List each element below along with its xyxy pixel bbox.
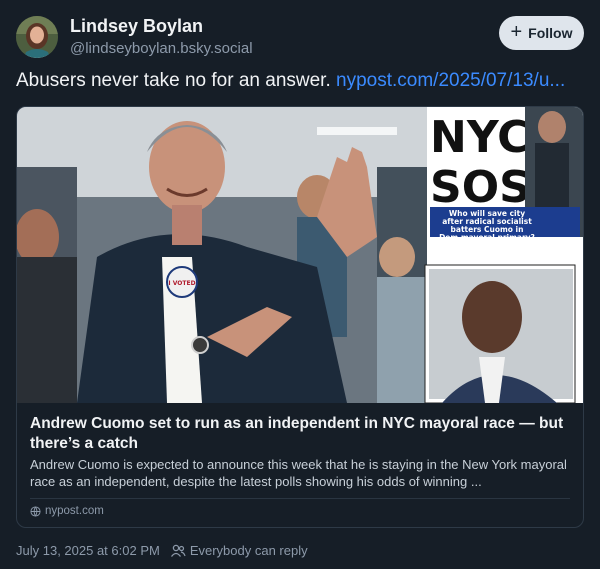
globe-icon [30,505,41,517]
card-domain: nypost.com [30,505,104,517]
newspaper-headline-line2: SOS [430,162,531,213]
post-text: Abusers never take no for an answer. nyp… [16,70,565,92]
card-title: Andrew Cuomo set to run as an independen… [30,415,564,452]
card-thumbnail: I VOTED NYC SOS Who will save city after… [17,107,583,404]
post-meta: July 13, 2025 at 6:02 PM Everybody can r… [16,543,308,558]
reply-setting-text: Everybody can reply [189,543,308,558]
card-domain-text: nypost.com [45,505,104,517]
card-divider [30,498,570,499]
people-icon [170,544,186,557]
link-card[interactable]: I VOTED NYC SOS Who will save city after… [16,106,584,528]
avatar-image [16,16,58,58]
avatar[interactable] [16,16,58,58]
newspaper-headline-line1: NYC [430,112,529,163]
card-description: Andrew Cuomo is expected to announce thi… [30,457,567,489]
reply-setting: Everybody can reply [170,543,308,558]
badge-text: I VOTED [168,280,195,287]
post-link[interactable]: nypost.com/2025/07/13/u... [336,70,565,91]
plus-icon: + [510,21,523,43]
author-display-name[interactable]: Lindsey Boylan [70,16,203,37]
post-timestamp[interactable]: July 13, 2025 at 6:02 PM [16,543,160,558]
author-handle[interactable]: @lindseyboylan.bsky.social [70,40,253,57]
post-body: Abusers never take no for an answer. [16,70,337,91]
follow-button[interactable]: + Follow [499,16,584,50]
follow-label: Follow [528,25,573,41]
newspaper-subtext-4: Dem mayoral primary? [439,233,535,242]
thumbnail-image: I VOTED NYC SOS Who will save city after… [17,107,583,404]
